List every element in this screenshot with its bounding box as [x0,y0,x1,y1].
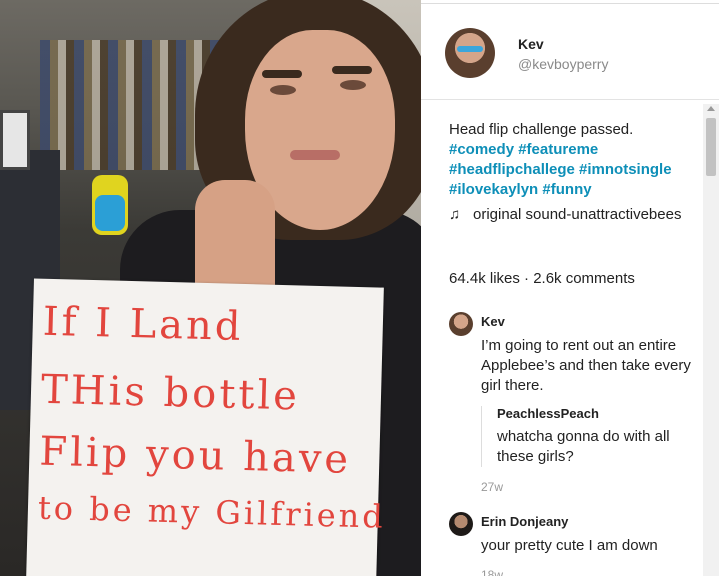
hashtag-ilovekaylyn[interactable]: #ilovekaylyn [449,181,538,198]
author-name[interactable]: Kev [518,36,544,52]
post-details-panel: Kev @kevboyperry Head flip challenge pas… [421,3,719,576]
comment-timestamp: 27w [481,480,504,494]
sound-name[interactable]: original sound-unattractivebees [473,204,693,225]
author-handle[interactable]: @kevboyperry [518,56,608,72]
eye-left [270,85,296,95]
post-scroll-area[interactable]: Head flip challenge passed. #comedy #fea… [421,104,719,576]
hashtag-featureme[interactable]: #featureme [518,141,598,158]
post-caption: Head flip challenge passed. #comedy #fea… [449,120,699,200]
comment-author[interactable]: Erin Donjeany [481,514,568,529]
sign-line-4: to be my Gilfriend [37,488,387,536]
comment-reply: PeachlessPeach whatcha gonna do with all… [481,406,701,467]
author-avatar[interactable] [445,28,495,78]
scrollbar-thumb[interactable] [706,118,716,176]
eyebrow-left [262,70,302,78]
hashtag-funny[interactable]: #funny [542,181,591,198]
music-note-icon: ♫ [449,206,461,223]
comment-author[interactable]: Kev [481,314,505,329]
sunglasses-graphic [457,46,483,52]
comment-timestamp: 18w [481,568,504,576]
reply-author[interactable]: PeachlessPeach [497,406,701,421]
wall-frame [0,110,30,170]
handwritten-sign: If I Land THis bottle Flip you have to b… [26,278,387,576]
comment-text: I’m going to rent out an entire Applebee… [481,337,691,394]
scrollbar[interactable] [703,104,719,576]
eyebrow-right [332,66,372,74]
sign-line-1: If I Land [42,298,245,350]
comment-item: Erin Donjeany your pretty cute I am down… [449,512,699,576]
watch-blue [95,195,125,231]
eye-right [340,80,366,90]
comment-avatar[interactable] [449,312,473,336]
sign-line-3: Flip you have [38,428,352,483]
comment-item: Kev I’m going to rent out an entire Appl… [449,312,699,502]
comment-text: your pretty cute I am down [481,537,658,554]
author-header: Kev @kevboyperry [421,4,719,100]
comment-avatar[interactable] [449,512,473,536]
reply-text: whatcha gonna do with all these girls? [497,428,670,465]
sign-line-2: THis bottle [40,366,301,420]
hashtag-headflipchallege[interactable]: #headflipchallege [449,161,575,178]
caption-text: Head flip challenge passed. [449,121,634,138]
video-player[interactable]: If I Land THis bottle Flip you have to b… [0,0,421,576]
post-stats: 64.4k likes · 2.6k comments [449,270,635,287]
mouth [290,150,340,160]
scroll-up-arrow-icon[interactable] [707,106,715,111]
hashtag-comedy[interactable]: #comedy [449,141,514,158]
hashtag-imnotsingle[interactable]: #imnotsingle [579,161,672,178]
